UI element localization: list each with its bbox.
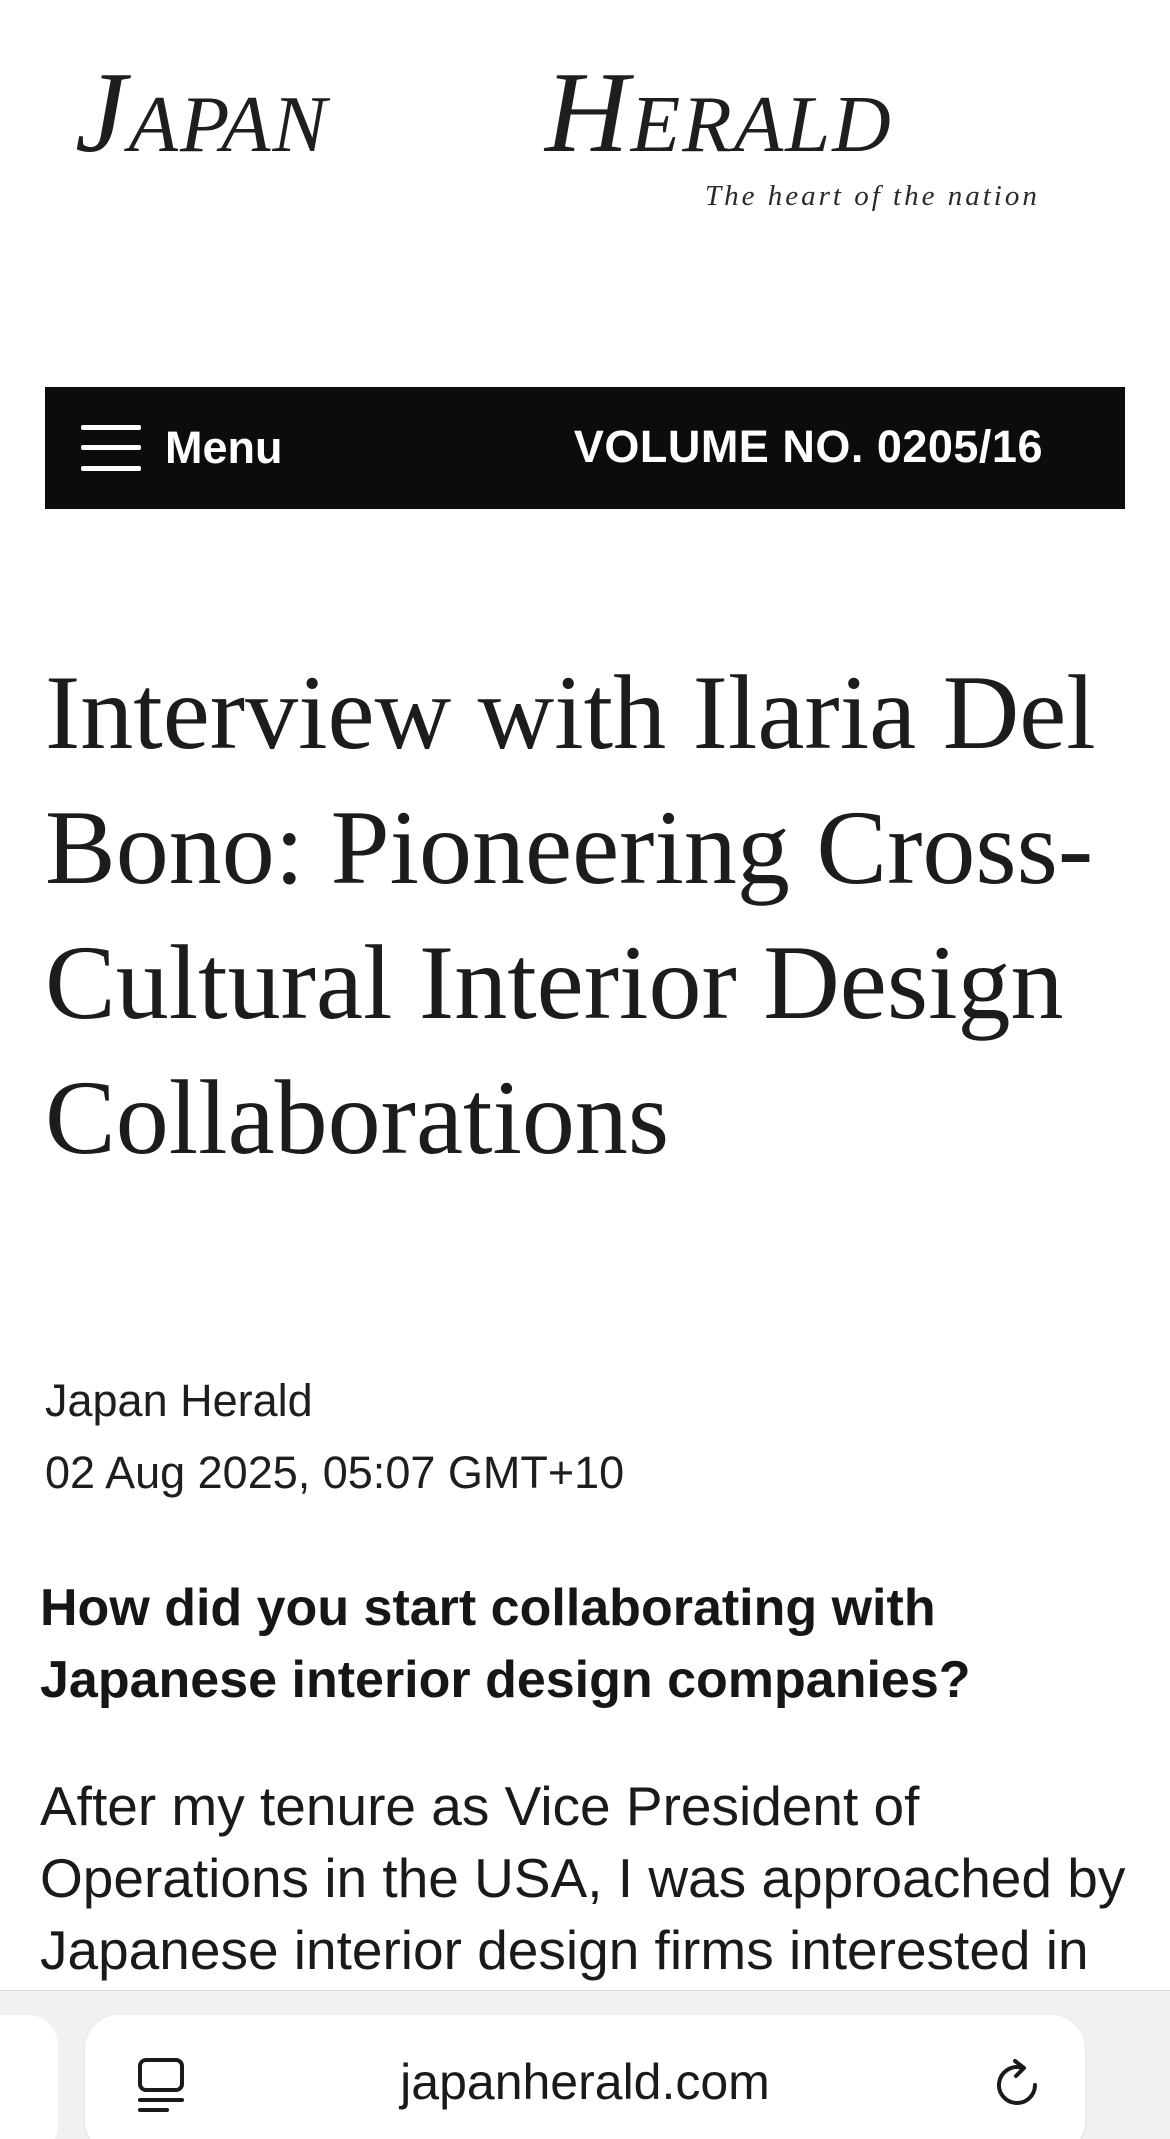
logo-word-herald: Herald — [545, 49, 893, 177]
masthead: Japan Herald The heart of the nation — [0, 0, 1170, 250]
article-date: 02 Aug 2025, 05:07 GMT+10 — [45, 1447, 625, 1498]
nav-bar: Menu VOLUME NO. 0205/16 — [45, 387, 1125, 509]
article-author: Japan Herald — [45, 1375, 313, 1426]
article-headline: Interview with Ilaria Del Bono: Pioneeri… — [45, 654, 1096, 1176]
previous-tab[interactable] — [0, 2015, 58, 2139]
interview-answer: After my tenure as Vice President of Ope… — [40, 1775, 1126, 1981]
menu-button[interactable]: Menu — [81, 409, 283, 487]
logo-word-japan: Japan — [75, 49, 329, 177]
address-bar[interactable]: japanherald.com — [85, 2015, 1085, 2139]
menu-label: Menu — [165, 422, 283, 473]
byline: Japan Herald 02 Aug 2025, 05:07 GMT+10 — [45, 1365, 624, 1509]
site-logo[interactable]: Japan Herald The heart of the nation — [75, 48, 1095, 228]
volume-number: VOLUME NO. 0205/16 — [573, 421, 1043, 472]
logo-tagline: The heart of the nation — [705, 180, 1040, 212]
browser-toolbar: japanherald.com — [0, 1990, 1170, 2139]
reload-icon[interactable] — [991, 2059, 1043, 2111]
interview-question: How did you start collaborating with Jap… — [40, 1579, 971, 1709]
hamburger-icon — [81, 423, 141, 473]
url-text: japanherald.com — [400, 2054, 770, 2110]
